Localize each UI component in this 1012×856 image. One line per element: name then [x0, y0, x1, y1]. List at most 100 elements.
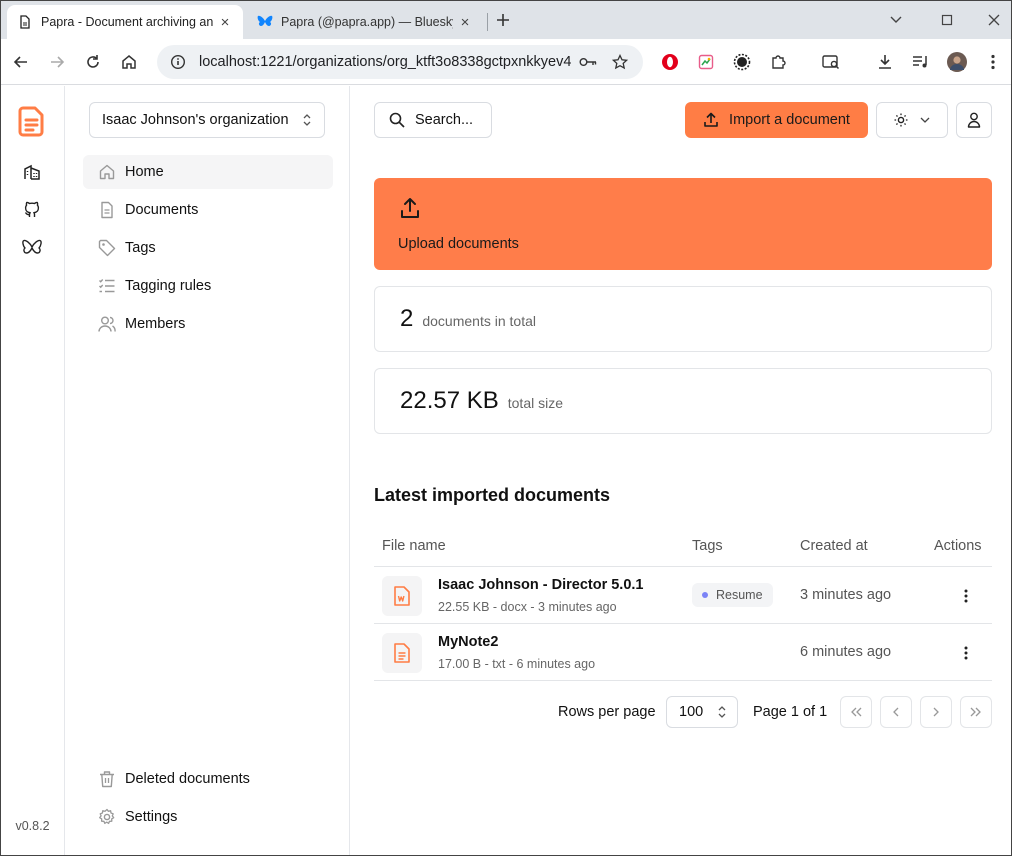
organization-selector[interactable]: Isaac Johnson's organization: [89, 102, 325, 138]
sidebar-item-documents[interactable]: Documents: [83, 193, 333, 227]
chevron-updown-icon: [718, 706, 726, 718]
more-vertical-icon: [964, 646, 968, 660]
import-label: Import a document: [729, 112, 850, 128]
more-vertical-icon: [991, 54, 995, 70]
table-header: File name Tags Created at Actions: [374, 530, 992, 567]
restore-button[interactable]: [936, 9, 958, 31]
window-close-button[interactable]: [983, 9, 1005, 31]
profile-avatar[interactable]: [945, 50, 969, 74]
star-icon[interactable]: [609, 51, 631, 73]
file-meta: 17.00 B - txt - 6 minutes ago: [438, 657, 596, 671]
column-tags: Tags: [692, 538, 723, 554]
user-menu-button[interactable]: [956, 102, 992, 138]
sidebar-item-label: Documents: [125, 202, 199, 218]
sidebar-item-deleted-documents[interactable]: Deleted documents: [83, 762, 333, 796]
main-content: Search... Import a document Upload docum…: [350, 86, 1011, 855]
tab-strip: Papra - Document archiving and managemen…: [1, 1, 1011, 39]
upload-label: Upload documents: [398, 236, 519, 252]
maximize-icon: [941, 14, 953, 26]
sun-icon: [894, 113, 908, 127]
opera-extension-icon[interactable]: [658, 50, 682, 74]
sidebar-item-tags[interactable]: Tags: [83, 231, 333, 265]
plus-icon: [497, 14, 509, 26]
documents-count-card: 2 documents in total: [374, 286, 992, 352]
sidebar-item-settings[interactable]: Settings: [83, 800, 333, 834]
sidebar-item-label: Home: [125, 164, 164, 180]
page-info: Page 1 of 1: [753, 704, 828, 720]
import-document-button[interactable]: Import a document: [685, 102, 868, 138]
file-meta: 22.55 KB - docx - 3 minutes ago: [438, 600, 617, 614]
chevron-right-icon: [933, 707, 939, 717]
gear-icon: [97, 807, 117, 827]
total-size: 22.57 KB: [400, 387, 499, 414]
chevron-updown-icon: [303, 114, 311, 126]
tab-bluesky[interactable]: Papra (@papra.app) — Bluesky ×: [247, 5, 483, 39]
papra-logo-icon[interactable]: [18, 105, 46, 137]
forward-button[interactable]: [45, 50, 69, 74]
download-icon[interactable]: [873, 50, 897, 74]
created-at: 3 minutes ago: [800, 587, 892, 603]
next-page-button[interactable]: [920, 696, 952, 728]
previous-page-button[interactable]: [880, 696, 912, 728]
text-file-icon: [382, 633, 422, 673]
organizations-icon[interactable]: [21, 161, 43, 183]
word-file-icon: [382, 576, 422, 616]
documents-count-label: documents in total: [422, 313, 536, 329]
tab-search-icon[interactable]: [819, 50, 843, 74]
tag-icon: [97, 238, 117, 258]
search-button[interactable]: Search...: [374, 102, 492, 138]
search-label: Search...: [415, 112, 474, 128]
total-size-label: total size: [507, 395, 563, 411]
color-extension-icon[interactable]: [694, 50, 718, 74]
close-icon[interactable]: ×: [457, 14, 473, 31]
upload-documents-card[interactable]: Upload documents: [374, 178, 992, 270]
row-actions-button[interactable]: [954, 585, 978, 607]
chevron-left-icon: [893, 707, 899, 717]
home-button[interactable]: [117, 50, 141, 74]
tag-color-dot: [702, 592, 708, 598]
tab-title: Papra (@papra.app) — Bluesky: [281, 15, 453, 29]
chevrons-left-icon: [851, 707, 862, 717]
tab-search-button[interactable]: [885, 9, 907, 31]
new-tab-button[interactable]: [493, 10, 513, 30]
reload-button[interactable]: [81, 50, 105, 74]
sun-extension-icon[interactable]: [730, 50, 754, 74]
file-name[interactable]: MyNote2: [438, 634, 498, 650]
sidebar-item-tagging-rules[interactable]: Tagging rules: [83, 269, 333, 303]
github-icon[interactable]: [21, 199, 43, 221]
tab-papra[interactable]: Papra - Document archiving and managemen…: [7, 5, 243, 39]
media-control-icon[interactable]: [909, 50, 933, 74]
site-info-icon[interactable]: [167, 51, 189, 73]
table-row[interactable]: Isaac Johnson - Director 5.0.1 22.55 KB …: [374, 567, 992, 624]
last-page-button[interactable]: [960, 696, 992, 728]
address-bar[interactable]: localhost:1221/organizations/org_ktft3o8…: [157, 45, 643, 79]
tag-badge[interactable]: Resume: [692, 583, 773, 607]
icon-rail: v0.8.2: [1, 86, 65, 855]
created-at: 6 minutes ago: [800, 644, 892, 660]
app-version: v0.8.2: [15, 819, 50, 833]
search-icon: [389, 112, 405, 128]
theme-toggle-button[interactable]: [876, 102, 948, 138]
file-name[interactable]: Isaac Johnson - Director 5.0.1: [438, 577, 644, 593]
arrow-left-icon: [13, 56, 27, 68]
sidebar-item-members[interactable]: Members: [83, 307, 333, 341]
key-icon[interactable]: [577, 51, 599, 73]
column-created-at: Created at: [800, 538, 868, 554]
sidebar-item-home[interactable]: Home: [83, 155, 333, 189]
rows-per-page-value: 100: [679, 704, 704, 720]
rows-per-page-select[interactable]: 100: [666, 696, 738, 728]
first-page-button[interactable]: [840, 696, 872, 728]
rows-per-page-label: Rows per page: [558, 704, 656, 720]
row-actions-button[interactable]: [954, 642, 978, 664]
close-icon[interactable]: ×: [217, 14, 233, 31]
back-button[interactable]: [9, 50, 33, 74]
browser-menu-button[interactable]: [981, 50, 1005, 74]
table-row[interactable]: MyNote2 17.00 B - txt - 6 minutes ago 6 …: [374, 624, 992, 681]
extensions-puzzle-icon[interactable]: [766, 50, 790, 74]
column-file-name: File name: [382, 538, 446, 554]
tab-title: Papra - Document archiving and managemen…: [41, 15, 213, 29]
chevron-down-icon: [920, 117, 930, 123]
bluesky-icon[interactable]: [21, 237, 43, 259]
organization-name: Isaac Johnson's organization: [102, 112, 289, 128]
upload-icon: [704, 112, 718, 127]
